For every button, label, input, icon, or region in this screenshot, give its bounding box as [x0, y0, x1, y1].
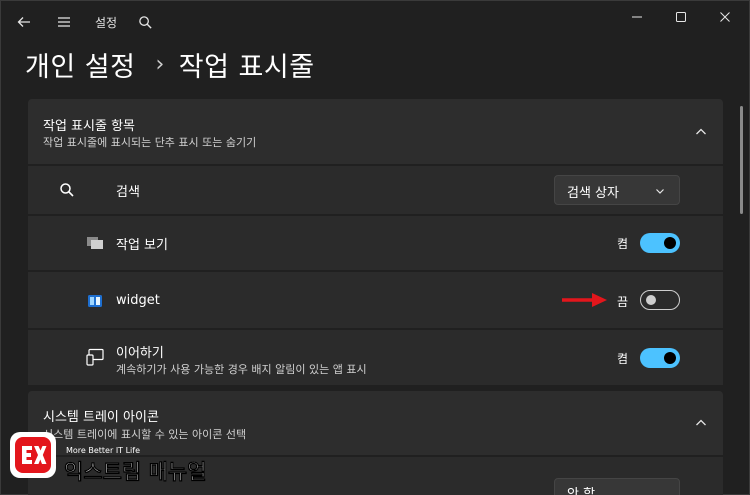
task-view-icon — [86, 234, 104, 252]
widget-icon — [86, 292, 104, 310]
task-view-toggle[interactable] — [640, 233, 680, 253]
close-icon — [720, 12, 730, 22]
dropdown-value: 검색 상자 — [567, 186, 619, 201]
continue-toggle[interactable] — [640, 348, 680, 368]
minimize-icon — [632, 16, 642, 18]
section-title: 작업 표시줄 항목 — [43, 119, 135, 134]
watermark-brand: 익스트림 매뉴얼 — [64, 460, 207, 485]
setting-sublabel-continue: 계속하기가 사용 가능한 경우 배지 알림이 있는 앱 표시 — [116, 363, 367, 376]
search-icon — [58, 181, 76, 199]
partial-dropdown[interactable]: 안 함 — [554, 478, 680, 495]
watermark-tagline: More Better IT Life — [66, 446, 141, 455]
maximize-icon — [676, 12, 686, 22]
toggle-knob — [646, 295, 656, 305]
hamburger-menu-icon — [58, 17, 70, 27]
arrow-left-icon — [17, 17, 30, 27]
setting-label-task-view: 작업 보기 — [116, 238, 168, 253]
toggle-state-label: 켬 — [617, 237, 629, 251]
back-button[interactable] — [12, 10, 36, 34]
search-button[interactable] — [133, 10, 157, 34]
breadcrumb-current: 작업 표시줄 — [178, 51, 315, 83]
breadcrumb-separator: › — [155, 51, 165, 77]
setting-label-widget: widget — [116, 293, 160, 308]
section-title: 시스템 트레이 아이콘 — [43, 410, 159, 425]
taskbar-items-section-header[interactable]: 작업 표시줄 항목 작업 표시줄에 표시되는 단추 표시 또는 숨기기 — [28, 99, 723, 164]
toggle-knob — [664, 237, 676, 249]
chevron-down-icon — [656, 189, 664, 194]
toggle-state-label: 켬 — [617, 352, 629, 366]
app-title: 설정 — [95, 16, 118, 30]
title-bar: 설정 — [0, 0, 750, 44]
red-arrow-annotation — [562, 293, 607, 307]
dropdown-value: 안 함 — [567, 487, 596, 495]
section-subtitle: 작업 표시줄에 표시되는 단추 표시 또는 숨기기 — [43, 136, 257, 149]
breadcrumb: 개인 설정 › 작업 표시줄 — [25, 44, 315, 84]
search-icon — [138, 15, 152, 29]
scrollbar-thumb[interactable] — [740, 106, 743, 214]
breadcrumb-parent[interactable]: 개인 설정 — [25, 45, 135, 84]
minimize-button[interactable] — [620, 6, 654, 28]
close-button[interactable] — [708, 6, 742, 28]
toggle-state-label: 끔 — [617, 295, 629, 309]
navigation-menu-button[interactable] — [52, 10, 76, 34]
watermark-logo — [10, 432, 56, 478]
chevron-up-icon[interactable] — [695, 417, 707, 429]
setting-label-continue: 이어하기 — [116, 346, 164, 361]
continue-phone-icon — [86, 348, 104, 366]
widget-toggle[interactable] — [640, 290, 680, 310]
watermark: More Better IT Life 익스트림 매뉴얼 — [0, 424, 260, 495]
toggle-knob — [664, 352, 676, 364]
chevron-up-icon[interactable] — [695, 126, 707, 138]
search-mode-dropdown[interactable]: 검색 상자 — [554, 175, 680, 205]
maximize-button[interactable] — [664, 6, 698, 28]
setting-label-search: 검색 — [116, 185, 140, 200]
ex-logo-icon — [22, 446, 47, 464]
